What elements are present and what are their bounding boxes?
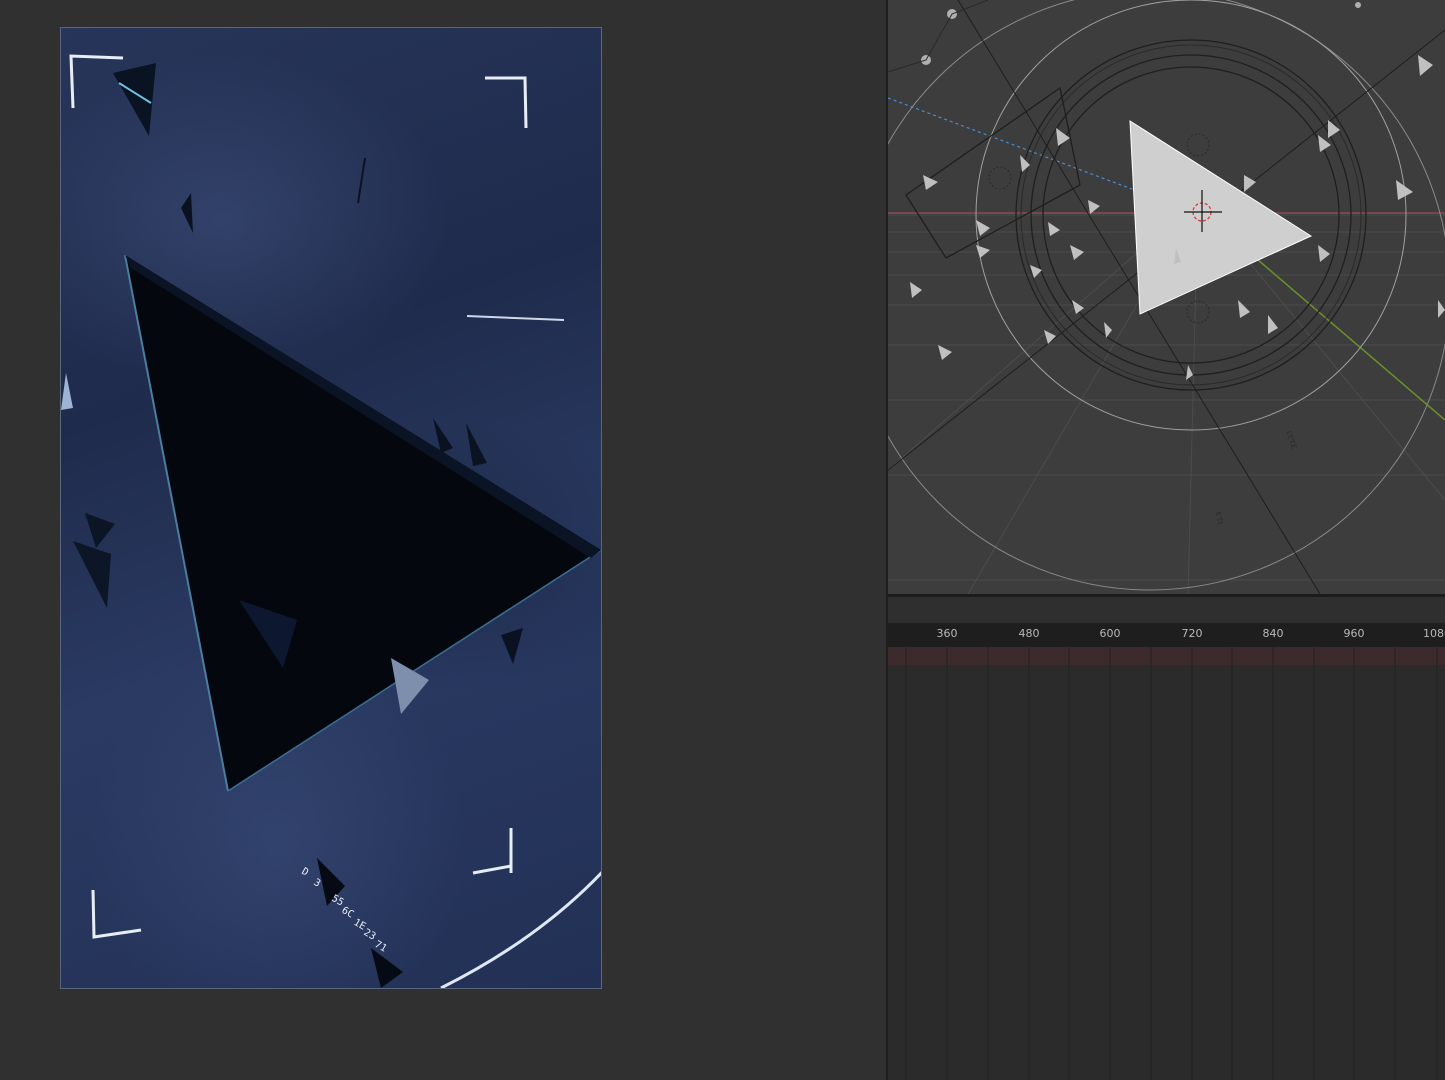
render-scene: D 3 55 6C 1E 23 71: [61, 54, 601, 988]
frame-tick-label: 720: [1181, 627, 1203, 640]
frame-tick-label: 360: [936, 627, 958, 640]
3d-viewport[interactable]: ιττε ετι: [888, 0, 1445, 594]
light-streak: [466, 315, 565, 321]
frame-tick-label: 1080: [1423, 627, 1445, 640]
hud-label: D: [300, 866, 311, 879]
render-image: D 3 55 6C 1E 23 71: [60, 27, 602, 989]
shard: [113, 63, 156, 136]
frame-tick-label: 960: [1343, 627, 1365, 640]
hud-label: 3: [312, 877, 323, 890]
hero-triangle-object[interactable]: [1130, 121, 1311, 314]
timeline-editor[interactable]: 360 480 600 720 840 960 1080: [888, 597, 1445, 1080]
frame-grid-lines: [905, 647, 1438, 1080]
hud-arc: [440, 871, 601, 988]
hud-label: 23: [362, 927, 378, 943]
frame-tick-label: 600: [1099, 627, 1121, 640]
hud-label: 6C: [340, 905, 356, 921]
hero-triangle: [125, 255, 601, 791]
frame-tick-label: 840: [1262, 627, 1284, 640]
frame-tick-label: 480: [1018, 627, 1040, 640]
hud-text-cluster: D 3 55 6C 1E 23 71: [300, 866, 389, 955]
viewport-scene: ιττε ετι: [888, 0, 1445, 594]
path-points: [921, 2, 1361, 65]
ring-label: ιττε: [1283, 430, 1299, 451]
timeline-header: [888, 597, 1445, 623]
ring-label: ετι: [1213, 511, 1225, 526]
render-preview-panel: D 3 55 6C 1E 23 71: [0, 0, 886, 1080]
